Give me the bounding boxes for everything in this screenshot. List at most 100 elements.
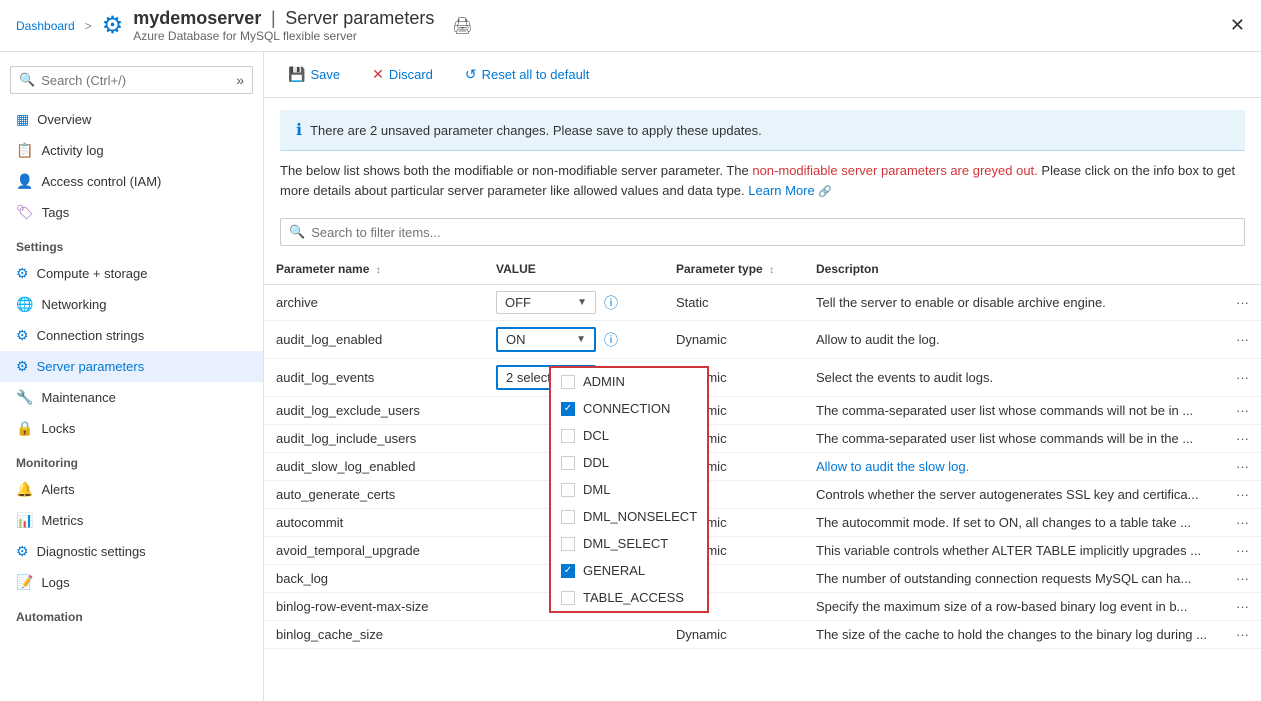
more-options-icon[interactable]: ··· (1236, 571, 1249, 586)
more-options-icon[interactable]: ··· (1236, 459, 1249, 474)
more-options-icon[interactable]: ··· (1236, 599, 1249, 614)
dropdown-value: ON (506, 332, 526, 347)
sidebar-item-access-control[interactable]: 👤 Access control (IAM) (0, 166, 263, 197)
checkbox-general[interactable]: ✓ (561, 564, 575, 578)
search-filter[interactable]: 🔍 (280, 218, 1245, 246)
dropdown-item-dcl[interactable]: DCL (551, 422, 707, 449)
description-cell: The comma-separated user list whose comm… (804, 397, 1261, 425)
discard-button[interactable]: ✕ Discard (364, 62, 441, 87)
description-highlight: non-modifiable server parameters are gre… (752, 163, 1037, 178)
dropdown-item-label: DDL (583, 455, 609, 470)
server-subtitle: Azure Database for MySQL flexible server (133, 29, 434, 43)
search-input[interactable] (41, 73, 230, 88)
sidebar-item-label: Maintenance (41, 390, 115, 405)
table-row: audit_log_events 2 selected ▲ ⓘ Dynamic (264, 359, 1261, 397)
more-options-icon[interactable]: ··· (1236, 403, 1249, 418)
sidebar-item-label: Diagnostic settings (37, 544, 146, 559)
dropdown-item-admin[interactable]: ADMIN (551, 368, 707, 395)
sidebar-item-server-parameters[interactable]: ⚙ Server parameters (0, 351, 263, 382)
checkbox-dcl[interactable] (561, 429, 575, 443)
description: The below list shows both the modifiable… (264, 151, 1261, 210)
sidebar-item-activity-log[interactable]: 📋 Activity log (0, 135, 263, 166)
dropdown-item-label: ADMIN (583, 374, 625, 389)
more-options-icon[interactable]: ··· (1236, 431, 1249, 446)
maintenance-icon: 🔧 (16, 389, 33, 406)
param-name-cell: audit_log_events (264, 359, 484, 397)
sidebar-item-maintenance[interactable]: 🔧 Maintenance (0, 382, 263, 413)
sidebar-item-connection-strings[interactable]: ⚙ Connection strings (0, 320, 263, 351)
param-name-cell: audit_log_enabled (264, 321, 484, 359)
info-icon: ℹ (296, 120, 302, 140)
sidebar-item-label: Compute + storage (37, 266, 148, 281)
top-bar: Dashboard > ⚙ mydemoserver | Server para… (0, 0, 1261, 52)
sidebar-item-diagnostic-settings[interactable]: ⚙ Diagnostic settings (0, 536, 263, 567)
sidebar-item-locks[interactable]: 🔒 Locks (0, 413, 263, 444)
dropdown-audit-log-enabled[interactable]: ON ▼ (496, 327, 596, 352)
sidebar-item-tags[interactable]: 🏷 Tags (0, 197, 263, 228)
table-row: binlog_cache_size Dynamic The size of th… (264, 621, 1261, 649)
checkbox-connection[interactable]: ✓ (561, 402, 575, 416)
checkbox-dml[interactable] (561, 483, 575, 497)
sidebar-item-networking[interactable]: 🌐 Networking (0, 289, 263, 320)
save-label: Save (310, 67, 340, 82)
content-area: 💾 Save ✕ Discard ↺ Reset all to default … (264, 52, 1261, 701)
sidebar-item-logs[interactable]: 📝 Logs (0, 567, 263, 598)
connection-icon: ⚙ (16, 327, 29, 344)
server-params-icon: ⚙ (16, 358, 29, 375)
search-box[interactable]: 🔍 » (10, 66, 253, 94)
monitoring-section-header: Monitoring (0, 444, 263, 474)
dropdown-arrow-icon: ▼ (577, 297, 587, 308)
filter-input[interactable] (311, 225, 1236, 240)
info-circle-icon[interactable]: ⓘ (604, 330, 618, 350)
learn-more-link[interactable]: Learn More (748, 183, 814, 198)
dropdown-item-connection[interactable]: ✓ CONNECTION (551, 395, 707, 422)
description-cell: Controls whether the server autogenerate… (804, 481, 1261, 509)
dropdown-item-dml[interactable]: DML (551, 476, 707, 503)
table-row: audit_log_enabled ON ▼ ⓘ Dynamic (264, 321, 1261, 359)
dropdown-archive[interactable]: OFF ▼ (496, 291, 596, 314)
dropdown-item-label: DML (583, 482, 610, 497)
breadcrumb-separator: > (85, 19, 92, 33)
param-name-cell: back_log (264, 565, 484, 593)
more-options-icon[interactable]: ··· (1236, 543, 1249, 558)
collapse-icon[interactable]: » (236, 72, 244, 88)
description-cell: The number of outstanding connection req… (804, 565, 1261, 593)
info-bar: ℹ There are 2 unsaved parameter changes.… (280, 110, 1245, 151)
sidebar-item-compute-storage[interactable]: ⚙ Compute + storage (0, 258, 263, 289)
sidebar-item-label: Logs (41, 575, 69, 590)
info-circle-icon[interactable]: ⓘ (604, 293, 618, 313)
activity-log-icon: 📋 (16, 142, 33, 159)
compute-icon: ⚙ (16, 265, 29, 282)
dropdown-item-general[interactable]: ✓ GENERAL (551, 557, 707, 584)
checkbox-dml-select[interactable] (561, 537, 575, 551)
checkbox-dml-nonselect[interactable] (561, 510, 575, 524)
description-cell: This variable controls whether ALTER TAB… (804, 537, 1261, 565)
dropdown-item-ddl[interactable]: DDL (551, 449, 707, 476)
checkbox-table-access[interactable] (561, 591, 575, 605)
close-icon[interactable]: ✕ (1230, 15, 1245, 36)
checkbox-ddl[interactable] (561, 456, 575, 470)
more-options-icon[interactable]: ··· (1236, 487, 1249, 502)
reset-button[interactable]: ↺ Reset all to default (457, 62, 597, 87)
more-options-icon[interactable]: ··· (1236, 370, 1249, 385)
toolbar: 💾 Save ✕ Discard ↺ Reset all to default (264, 52, 1261, 98)
sidebar-item-overview[interactable]: ▦ Overview (0, 104, 263, 135)
dropdown-item-table-access[interactable]: TABLE_ACCESS (551, 584, 707, 611)
sort-type-icon[interactable]: ↕ (769, 265, 774, 276)
dropdown-item-dml-select[interactable]: DML_SELECT (551, 530, 707, 557)
checkbox-admin[interactable] (561, 375, 575, 389)
more-options-icon[interactable]: ··· (1236, 295, 1249, 310)
more-options-icon[interactable]: ··· (1236, 515, 1249, 530)
sidebar-item-metrics[interactable]: 📊 Metrics (0, 505, 263, 536)
dropdown-item-dml-nonselect[interactable]: DML_NONSELECT (551, 503, 707, 530)
print-icon[interactable]: 🖨 (452, 16, 472, 36)
more-options-icon[interactable]: ··· (1236, 332, 1249, 347)
main-layout: 🔍 » ▦ Overview 📋 Activity log 👤 Access c… (0, 52, 1261, 701)
sort-param-icon[interactable]: ↕ (376, 265, 381, 276)
more-options-icon[interactable]: ··· (1236, 627, 1249, 642)
breadcrumb-dashboard[interactable]: Dashboard (16, 19, 75, 33)
table-row: autocommit Dynamic The autocommit mode. … (264, 509, 1261, 537)
save-button[interactable]: 💾 Save (280, 62, 348, 87)
description-cell: Specify the maximum size of a row-based … (804, 593, 1261, 621)
sidebar-item-alerts[interactable]: 🔔 Alerts (0, 474, 263, 505)
